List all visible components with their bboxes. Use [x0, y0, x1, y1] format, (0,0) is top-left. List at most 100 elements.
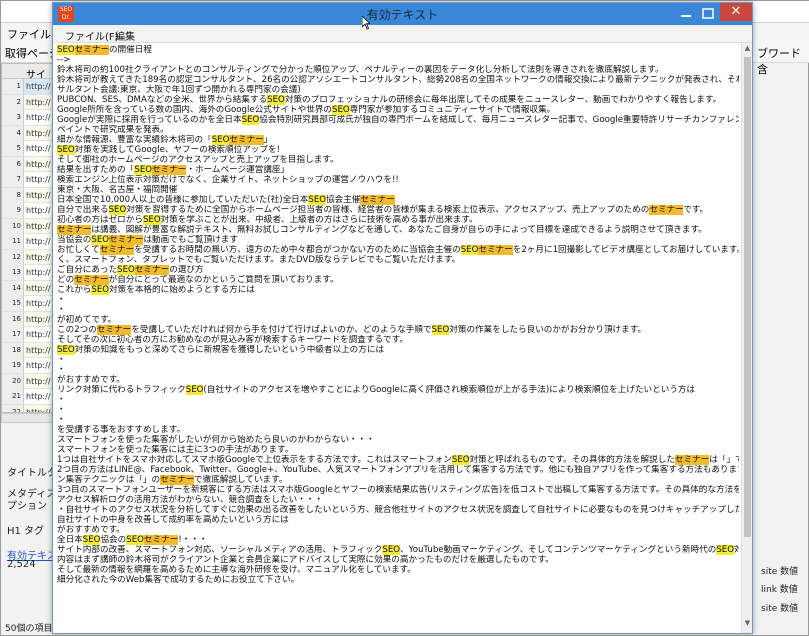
text-segment: PUBCON、SES、DMAなどの全米、世界から結集する: [57, 95, 268, 105]
row-number: 16: [2, 311, 24, 327]
keyword-highlight: SEO: [82, 535, 101, 545]
row-number: 21: [2, 389, 24, 404]
row-url: http://: [26, 252, 51, 262]
table-row[interactable]: 17 http://: [2, 327, 52, 343]
text-line: ・: [57, 415, 739, 425]
keyword-highlight: SEO: [134, 165, 153, 175]
text-content-area[interactable]: SEOセミナーの開催日程 --> 鈴木将司の約100社クライアントとのコンサルティン…: [53, 43, 741, 633]
grid-horizontal-scrollbar[interactable]: [1, 413, 53, 423]
row-url: http://: [26, 407, 51, 413]
text-segment: 結果を出すための「: [57, 165, 135, 175]
row-url: http://: [26, 314, 51, 324]
text-segment: スマートフォンを使った集客には主に3つの手法があります。: [57, 445, 294, 455]
keyword-highlight: セミナー: [74, 45, 110, 55]
text-line: PUBCON、SES、DMAなどの全米、世界から結集するSEO対策のプロフェッシ…: [57, 95, 739, 105]
tab-keyword-included[interactable]: ブワード含: [757, 45, 809, 77]
table-row[interactable]: 4 http://: [2, 125, 52, 141]
text-segment: ン集客テクニックは「」の: [57, 475, 161, 485]
row-number: 19: [2, 358, 24, 373]
scroll-up-icon[interactable]: ▲: [742, 44, 753, 56]
table-row[interactable]: 20 http://: [2, 373, 52, 389]
text-line: が初めてです。: [57, 315, 739, 325]
row-number: 10: [2, 218, 24, 234]
text-segment: 鈴木将司の約100社クライアントとのコンサルティングで分かった順位アップ、ペナル…: [57, 65, 664, 75]
keyword-highlight: SEO: [108, 205, 127, 215]
table-row[interactable]: 16 http://: [2, 311, 52, 327]
keyword-highlight: SEO: [431, 325, 450, 335]
text-segment: が初めてです。: [57, 315, 117, 325]
minimize-button[interactable]: [676, 6, 696, 20]
table-row[interactable]: 13 http://: [2, 265, 52, 281]
keyword-highlight: セミナー: [649, 205, 684, 215]
keyword-highlight: SEO: [241, 115, 260, 125]
text-line: 結果を出すための「SEOセミナー・ホームページ運営講座」: [57, 165, 739, 175]
row-url: http://: [26, 206, 51, 215]
text-segment: 対策の作業をしたら良いのかがお分かり頂けます。: [449, 325, 647, 335]
table-row[interactable]: 15 http://: [2, 296, 52, 312]
close-icon: ✕: [730, 4, 742, 19]
table-row[interactable]: 5 http://: [2, 141, 52, 157]
menu-file[interactable]: ファイル(F): [65, 28, 119, 43]
text-segment: は動画でもご覧頂けます: [143, 235, 238, 245]
text-line: そして最新の情報を網羅を高めるために主導な海外研修を受け、マニュアル化をしていま…: [57, 565, 739, 575]
text-segment: そしてその次に初心者の方にお勧めなのが見込み客が検索するキーワードを調査するです…: [57, 335, 408, 345]
keyword-highlight: SEO: [716, 545, 734, 555]
table-row[interactable]: 14 http://: [2, 280, 52, 296]
row-number: 3: [2, 110, 24, 125]
row-url: http://: [26, 237, 51, 246]
right-label-site-value-2: site 数値: [761, 604, 799, 614]
table-row[interactable]: 3 http://: [2, 110, 52, 126]
row-number: 2: [2, 94, 24, 110]
maximize-button[interactable]: [698, 6, 718, 20]
table-row[interactable]: 10 http://: [2, 218, 52, 234]
text-segment: 対策を本格的に始めようとする方には: [109, 285, 255, 295]
text-line: ・: [57, 305, 739, 315]
text-line: く、スマートフォン、タブレットでもご覧いただけます。またDVD版ならテレビでもご…: [57, 255, 739, 265]
keyword-highlight: SEO: [57, 145, 75, 155]
table-row[interactable]: 2 http://: [2, 94, 52, 110]
vertical-scrollbar[interactable]: ▲ ▼: [741, 43, 752, 633]
text-line: 検索エンジン上位表示対策だけでなく、企業サイト、ネットショップの運営ノウハウを!…: [57, 175, 739, 185]
text-segment: Google所所を含っている数の国内、海外のGoogle公式サイトや世界の: [57, 105, 333, 115]
table-row[interactable]: 9 http://: [2, 203, 52, 219]
table-row[interactable]: 7 http://: [2, 172, 52, 188]
text-segment: ペイントで研究成果を発表。: [57, 125, 169, 135]
text-line: これからSEO対策を本格的に始めようとする方には: [57, 285, 739, 295]
table-row[interactable]: 21 http://: [2, 389, 52, 405]
scrollbar-thumb[interactable]: [744, 57, 751, 537]
text-segment: 東京・大阪、名古屋・福岡開催: [57, 185, 178, 195]
text-segment: ・自社サイトのアクセス状況を分析してすぐに効果の出る改善をしたいという方、競合他…: [57, 505, 739, 515]
table-row[interactable]: 8 http://: [2, 187, 52, 203]
menu-edit[interactable]: 編集: [115, 28, 135, 43]
row-number: 5: [2, 141, 24, 156]
scroll-down-icon[interactable]: ▼: [742, 619, 753, 631]
label-h1-tag: H1 タグ: [7, 526, 45, 537]
text-segment: 当協会の: [57, 235, 92, 245]
row-url: http://: [26, 376, 51, 386]
table-row[interactable]: 18 http://: [2, 342, 52, 358]
text-line: 細分化された今のWeb集客で成功するためにお役立て下さい。: [57, 575, 739, 585]
table-row[interactable]: 11 http://: [2, 234, 52, 250]
table-row[interactable]: 6 http://: [2, 156, 52, 172]
text-line: ・: [57, 395, 739, 405]
text-segment: 細分化された今のWeb集客で成功するためにお役立て下さい。: [57, 575, 300, 585]
window-titlebar[interactable]: SEO Dr. 有効テキスト ✕: [53, 3, 752, 25]
text-line: ご自分にあったSEOセミナーの選び方: [57, 265, 739, 275]
table-row[interactable]: 22 http://: [2, 404, 52, 413]
text-line: どのセミナーが自分にとって最適なのかというご質問を頂いております。: [57, 275, 739, 285]
row-url: http://: [26, 97, 51, 107]
row-number: 22: [2, 404, 24, 412]
text-segment: を受講する事をおすすめします。: [57, 425, 186, 435]
window-menubar: ファイル(F) 編集: [53, 25, 752, 43]
close-button[interactable]: ✕: [720, 3, 752, 21]
right-label-link-value: link 数値: [761, 585, 798, 595]
text-segment: ・: [57, 395, 66, 405]
row-url: http://: [26, 299, 51, 308]
keyword-highlight: SEO: [142, 215, 161, 225]
table-row[interactable]: 1 http://: [2, 79, 52, 95]
table-row[interactable]: 19 http://: [2, 358, 52, 374]
text-segment: で徹底解説しています。: [194, 475, 288, 485]
text-segment: -->: [57, 55, 71, 65]
text-segment: これから: [57, 285, 92, 295]
table-row[interactable]: 12 http://: [2, 249, 52, 265]
